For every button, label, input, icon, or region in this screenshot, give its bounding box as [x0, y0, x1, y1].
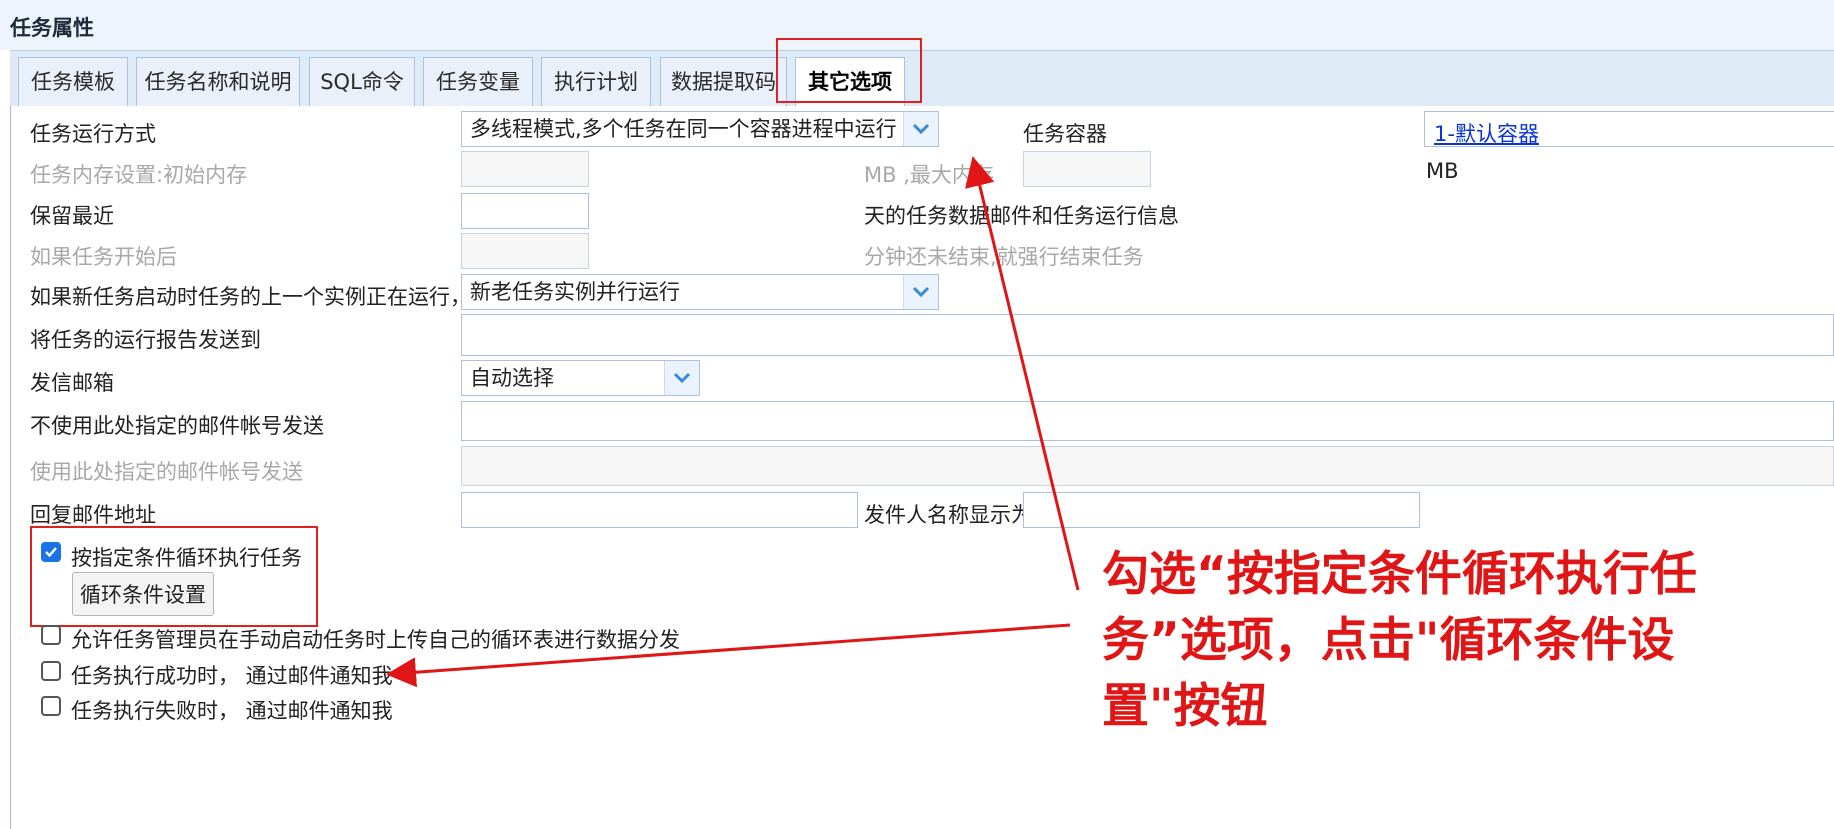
tab-variables[interactable]: 任务变量 — [423, 57, 533, 106]
memory-max-input[interactable] — [1023, 151, 1151, 187]
page-title: 任务属性 — [10, 16, 94, 40]
chevron-down-icon[interactable] — [903, 275, 938, 309]
memory-max-label: MB ,最大内存 — [864, 163, 994, 187]
concurrent-label: 如果新任务启动时任务的上一个实例正在运行， 则 — [30, 285, 499, 309]
run-mode-value: 多线程模式,多个任务在同一个容器进程中运行 — [470, 117, 897, 141]
tab-name-description[interactable]: 任务名称和说明 — [136, 57, 300, 106]
mailbox-select[interactable]: 自动选择 — [461, 360, 700, 396]
exclude-accounts-label: 不使用此处指定的邮件帐号发送 — [30, 414, 324, 438]
notify-fail-checkbox[interactable] — [41, 696, 61, 716]
memory-label: 任务内存设置:初始内存 — [30, 163, 248, 187]
annotation-highlight-tab — [776, 38, 922, 103]
tab-template[interactable]: 任务模板 — [18, 57, 128, 106]
use-accounts-label: 使用此处指定的邮件帐号发送 — [30, 460, 303, 484]
memory-unit-label: MB — [1426, 159, 1459, 183]
allow-upload-checkbox[interactable] — [41, 625, 61, 645]
keep-days-input[interactable] — [461, 193, 589, 229]
sender-name-label: 发件人名称显示为 — [864, 503, 1032, 527]
reply-address-label: 回复邮件地址 — [30, 503, 156, 527]
notify-fail-label: 任务执行失败时， 通过邮件通知我 — [71, 699, 393, 723]
reply-address-input[interactable] — [461, 492, 858, 528]
run-mode-select[interactable]: 多线程模式,多个任务在同一个容器进程中运行 — [461, 111, 939, 147]
notify-success-label: 任务执行成功时， 通过邮件通知我 — [71, 664, 393, 688]
annotation-highlight-loop — [30, 526, 318, 627]
tab-sql-command[interactable]: SQL命令 — [309, 57, 415, 106]
report-to-label: 将任务的运行报告发送到 — [30, 328, 261, 352]
container-link[interactable]: 1-默认容器 — [1434, 118, 1539, 148]
report-to-input[interactable] — [461, 314, 1834, 356]
concurrent-select[interactable]: 新老任务实例并行运行 — [461, 274, 939, 310]
mailbox-label: 发信邮箱 — [30, 371, 114, 395]
notify-success-checkbox[interactable] — [41, 661, 61, 681]
exclude-accounts-input[interactable] — [461, 401, 1834, 441]
chevron-down-icon[interactable] — [903, 112, 938, 146]
timeout-label: 如果任务开始后 — [30, 245, 177, 269]
concurrent-value: 新老任务实例并行运行 — [470, 280, 680, 304]
timeout-suffix-label: 分钟还未结束,就强行结束任务 — [864, 245, 1144, 269]
timeout-minutes-input[interactable] — [461, 233, 589, 269]
keep-label: 保留最近 — [30, 204, 114, 228]
allow-upload-label: 允许任务管理员在手动启动任务时上传自己的循环表进行数据分发 — [71, 628, 680, 652]
mailbox-value: 自动选择 — [470, 366, 554, 390]
sender-name-input[interactable] — [1023, 492, 1420, 528]
annotation-callout: 勾选“按指定条件循环执行任务”选项，点击"循环条件设置"按钮 — [1102, 547, 1697, 734]
chevron-down-icon[interactable] — [664, 361, 699, 395]
keep-suffix-label: 天的任务数据邮件和任务运行信息 — [864, 204, 1179, 228]
container-label: 任务容器 — [1023, 122, 1107, 146]
run-mode-label: 任务运行方式 — [30, 122, 156, 146]
tab-extract-code[interactable]: 数据提取码 — [660, 57, 787, 106]
memory-initial-input[interactable] — [461, 151, 589, 187]
use-accounts-input[interactable] — [461, 446, 1834, 486]
tab-schedule[interactable]: 执行计划 — [541, 57, 651, 106]
